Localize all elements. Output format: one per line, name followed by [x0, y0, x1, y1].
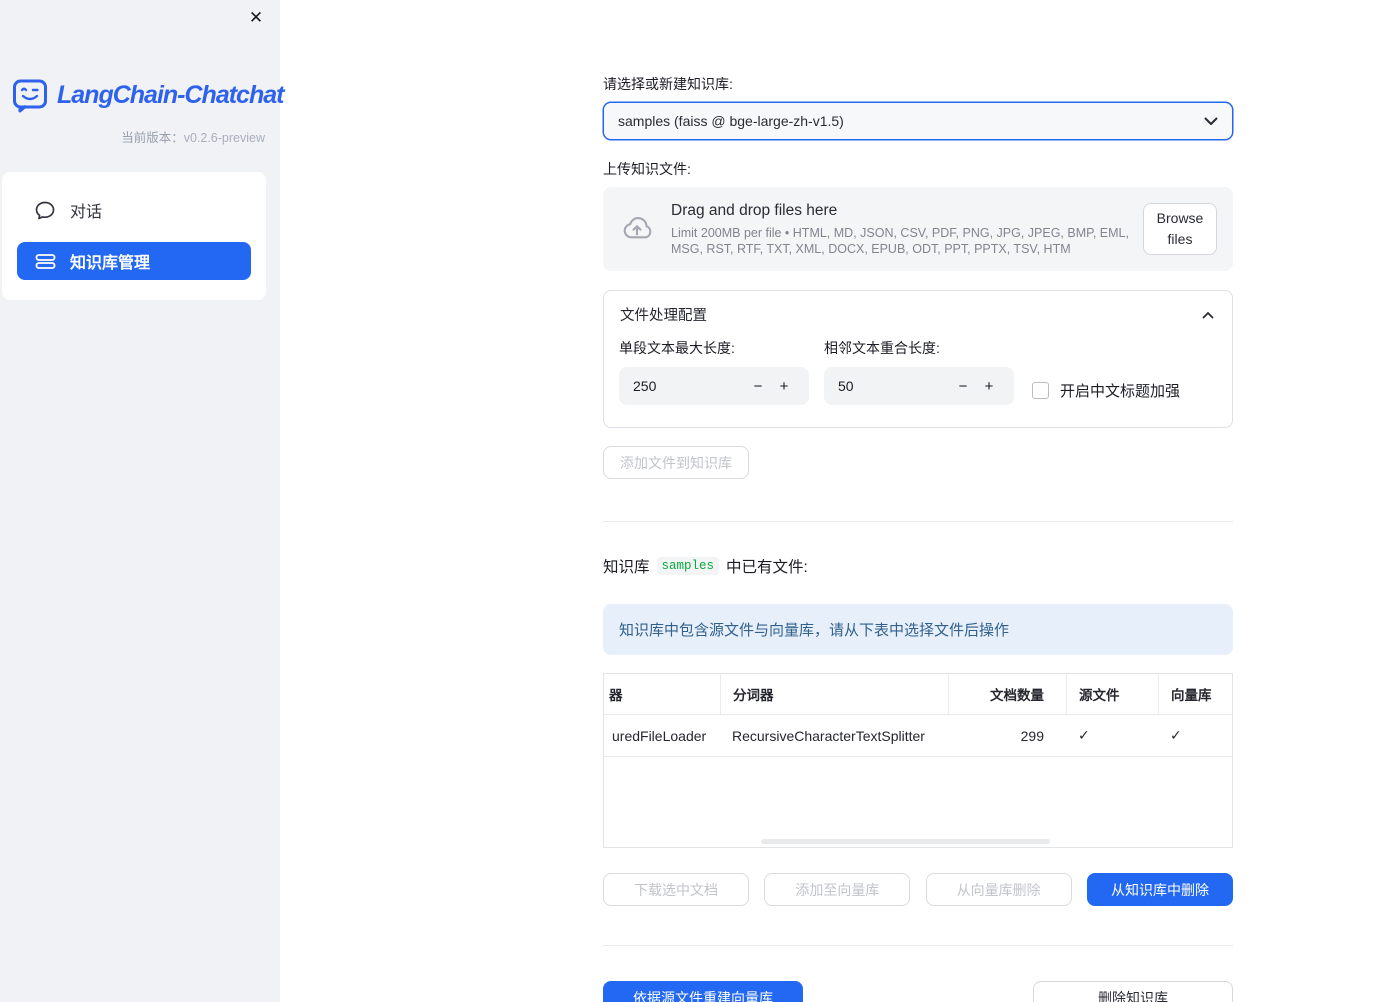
uploader-title: Drag and drop files here — [671, 201, 838, 219]
rebuild-vector-store-button[interactable]: 依据源文件重建向量库 — [603, 981, 803, 1002]
kb-files-table[interactable]: 器 分词器 文档数量 源文件 向量库 uredFileLoader Recurs… — [603, 673, 1233, 848]
cell-loader[interactable]: uredFileLoader — [604, 715, 720, 756]
sidebar-item-label: 对话 — [70, 204, 103, 221]
kb-name-code: samples — [656, 557, 720, 575]
version-line: 当前版本：v0.2.6-preview — [0, 127, 265, 146]
uploader-limit-text: Limit 200MB per file • HTML, MD, JSON, C… — [671, 225, 1129, 256]
overlap-size-increment-button[interactable]: + — [976, 371, 1002, 401]
version-label: 当前版本： — [121, 131, 184, 145]
table-header-doc-count[interactable]: 文档数量 — [948, 674, 1066, 714]
kb-management-row: 依据源文件重建向量库 删除知识库 — [603, 981, 1233, 1002]
kb-files-heading: 知识库 samples 中已有文件: — [603, 555, 1233, 577]
overlap-size-input[interactable]: 50 − + — [824, 367, 1014, 405]
zh-title-enhance-checkbox[interactable]: 开启中文标题加强 — [1032, 376, 1180, 405]
overlap-size-label: 相邻文本重合长度: — [824, 340, 940, 356]
kb-select-label: 请选择或新建知识库: — [603, 76, 733, 92]
cloud-upload-icon — [619, 216, 655, 243]
sidebar-item-chat[interactable]: 对话 — [17, 190, 251, 230]
horizontal-scrollbar[interactable] — [761, 839, 1050, 844]
cell-source-file-check[interactable]: ✓ — [1066, 715, 1158, 756]
kb-select-value: samples (faiss @ bge-large-zh-v1.5) — [618, 113, 844, 129]
add-files-to-kb-button[interactable]: 添加文件到知识库 — [603, 446, 749, 479]
zh-title-enhance-label: 开启中文标题加强 — [1060, 383, 1181, 400]
chunk-size-label: 单段文本最大长度: — [619, 340, 735, 356]
delete-from-kb-button[interactable]: 从知识库中删除 — [1086, 873, 1233, 906]
chunk-size-decrement-button[interactable]: − — [745, 371, 771, 401]
add-to-vector-store-button[interactable]: 添加至向量库 — [764, 873, 911, 906]
kb-select-dropdown[interactable]: samples (faiss @ bge-large-zh-v1.5) — [603, 102, 1233, 140]
sidebar-menu: 对话 知识库管理 — [2, 172, 266, 300]
chunk-size-value: 250 — [633, 378, 657, 394]
divider — [603, 521, 1233, 522]
brand-title: LangChain-Chatchat — [57, 81, 284, 109]
checkbox-unchecked-icon[interactable] — [1032, 382, 1049, 399]
sidebar: ✕ LangChain-Chatchat 当前版本：v0.2.6-preview… — [0, 0, 284, 1002]
main-area: 请选择或新建知识库: samples (faiss @ bge-large-zh… — [280, 0, 1380, 1002]
table-row[interactable]: uredFileLoader RecursiveCharacterTextSpl… — [604, 715, 1232, 757]
browse-files-button[interactable]: Browse files — [1143, 203, 1217, 255]
knowledge-base-icon — [34, 253, 56, 270]
table-header-source-file[interactable]: 源文件 — [1066, 674, 1158, 714]
table-header-vector-store[interactable]: 向量库 — [1158, 674, 1232, 714]
overlap-size-decrement-button[interactable]: − — [950, 371, 976, 401]
cell-vector-store-check[interactable]: ✓ — [1158, 715, 1232, 756]
divider — [603, 945, 1233, 946]
kb-files-suffix: 中已有文件: — [726, 559, 808, 576]
expander-title: 文件处理配置 — [620, 308, 707, 324]
file-config-expander-header[interactable]: 文件处理配置 — [604, 291, 1232, 336]
brand: LangChain-Chatchat — [12, 78, 284, 113]
cell-doc-count[interactable]: 299 — [948, 715, 1066, 756]
upload-label: 上传知识文件: — [603, 161, 691, 177]
overlap-size-value: 50 — [838, 378, 854, 394]
info-alert: 知识库中包含源文件与向量库，请从下表中选择文件后操作 — [603, 604, 1233, 655]
table-header-loader[interactable]: 器 — [604, 674, 720, 714]
table-header-row: 器 分词器 文档数量 源文件 向量库 — [604, 674, 1232, 715]
download-selected-button[interactable]: 下载选中文档 — [603, 873, 749, 906]
chevron-down-icon — [1204, 117, 1218, 126]
file-uploader-dropzone[interactable]: Drag and drop files here Limit 200MB per… — [603, 187, 1233, 271]
delete-from-vector-store-button[interactable]: 从向量库删除 — [925, 873, 1072, 906]
close-sidebar-icon[interactable]: ✕ — [244, 6, 268, 30]
file-config-expander: 文件处理配置 单段文本最大长度: 250 − + 相邻文本重合长度: 50 − … — [603, 290, 1233, 428]
sidebar-item-knowledge-base[interactable]: 知识库管理 — [17, 242, 251, 280]
file-actions-row: 下载选中文档 添加至向量库 从向量库删除 从知识库中删除 — [603, 873, 1233, 906]
kb-files-prefix: 知识库 — [603, 559, 650, 576]
chunk-size-increment-button[interactable]: + — [771, 371, 797, 401]
chatchat-logo-icon — [12, 78, 48, 113]
table-header-splitter[interactable]: 分词器 — [720, 674, 948, 714]
chunk-size-input[interactable]: 250 − + — [619, 367, 809, 405]
chat-bubble-icon — [34, 201, 56, 220]
sidebar-item-label: 知识库管理 — [70, 255, 151, 272]
cell-splitter[interactable]: RecursiveCharacterTextSplitter — [720, 715, 948, 756]
delete-kb-button[interactable]: 删除知识库 — [1033, 981, 1233, 1002]
chevron-up-icon — [1202, 311, 1214, 319]
version-value: v0.2.6-preview — [183, 131, 265, 145]
